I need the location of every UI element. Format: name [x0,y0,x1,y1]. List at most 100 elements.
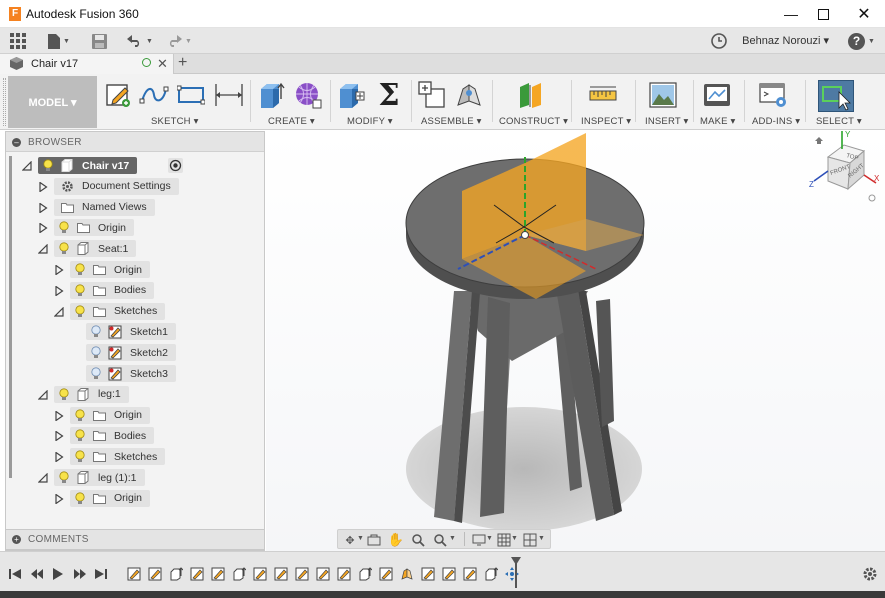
browser-node-pill[interactable]: leg (1):1 [54,469,145,486]
visibility-bulb-icon[interactable] [74,408,86,422]
browser-node[interactable]: Chair v17 [6,155,264,176]
timeline-sketch-feature-icon[interactable] [336,566,352,582]
timeline-sketch-feature-icon[interactable] [210,566,226,582]
addins-menu[interactable]: ADD-INS ▾ [752,116,800,127]
orbit-caret-icon[interactable]: ▼ [357,535,364,542]
browser-node-pill[interactable]: Sketches [70,302,166,320]
visibility-bulb-icon[interactable] [58,221,70,235]
select-menu[interactable]: SELECT ▾ [816,116,862,127]
tab-chair-v17[interactable]: Chair v17 ✕ [0,54,174,74]
browser-node[interactable]: Sketch3 [6,363,264,384]
timeline-move-feature-icon[interactable] [504,566,520,582]
help-icon[interactable]: ? ▼ [848,32,875,50]
browser-node[interactable]: Sketch2 [6,342,264,363]
timeline-sketch-feature-icon[interactable] [189,566,205,582]
visibility-bulb-icon[interactable] [90,346,102,360]
browser-node-pill[interactable]: Sketch1 [86,323,176,341]
measure-icon[interactable] [588,80,618,110]
browser-node-pill[interactable]: leg:1 [54,385,129,403]
pan-hand-icon[interactable]: ✋ [388,532,404,548]
timeline-extrude-feature-icon[interactable] [168,566,184,582]
visibility-bulb-icon[interactable] [74,304,86,318]
parameters-sigma-icon[interactable]: Σ [374,78,404,113]
browser-node[interactable]: Sketch1 [6,321,264,342]
inspect-menu[interactable]: INSPECT ▾ [581,116,631,127]
browser-node-pill[interactable]: Origin [70,489,151,507]
viewports-caret-icon[interactable]: ▼ [538,535,545,542]
timeline-settings-gear-icon[interactable] [862,566,878,585]
step-forward-icon[interactable] [71,565,89,583]
visibility-bulb-icon[interactable] [74,450,86,464]
visibility-bulb-icon[interactable] [74,263,86,277]
step-back-icon[interactable] [28,565,46,583]
browser-node[interactable]: Origin [6,217,264,238]
go-to-end-icon[interactable] [92,565,110,583]
expand-triangle-icon[interactable] [54,409,64,422]
select-tool-button[interactable] [818,80,854,112]
expand-triangle-icon[interactable] [54,285,64,297]
grid-settings-icon[interactable] [496,532,512,548]
scripts-addins-icon[interactable] [758,80,788,110]
activate-component-radio-icon[interactable] [168,158,183,173]
data-panel-grid-icon[interactable] [10,32,27,50]
browser-node[interactable]: Sketches [6,301,264,322]
timeline-sketch-feature-icon[interactable] [420,566,436,582]
timeline-sketch-feature-icon[interactable] [147,566,163,582]
browser-node[interactable]: Origin [6,405,264,426]
viewcube[interactable]: TOP FRONT RIGHT Y Z X [806,130,885,206]
expand-triangle-icon[interactable] [54,451,64,463]
expand-triangle-icon[interactable] [38,222,48,235]
new-tab-icon[interactable]: + [178,54,187,72]
timeline-sketch-feature-icon[interactable] [273,566,289,582]
user-account-menu[interactable]: Behnaz Norouzi ▾ [742,34,829,47]
browser-node[interactable]: Sketches [6,446,264,467]
collapse-triangle-icon[interactable] [37,472,48,483]
collapse-triangle-icon[interactable] [53,306,64,317]
canvas-viewport[interactable]: TOP FRONT RIGHT Y Z X [266,130,885,551]
make-menu[interactable]: MAKE ▾ [700,116,736,127]
undo-icon[interactable]: ▼ [127,32,153,50]
save-icon[interactable] [92,32,107,50]
collapse-triangle-icon[interactable] [37,389,48,400]
insert-menu[interactable]: INSERT ▾ [645,116,689,127]
extrude-icon[interactable] [256,80,286,110]
offset-plane-icon[interactable] [516,80,546,110]
timeline-sketch-feature-icon[interactable] [294,566,310,582]
close-window-button[interactable]: ✕ [843,0,885,28]
look-at-icon[interactable] [366,532,382,548]
joint-icon[interactable] [454,80,484,110]
browser-node[interactable]: Bodies [6,425,264,446]
visibility-bulb-icon[interactable] [90,367,102,381]
viewports-icon[interactable] [522,532,538,548]
visibility-bulb-icon[interactable] [74,491,86,505]
browser-node[interactable]: Named Views [6,197,264,218]
browser-node-pill[interactable]: Origin [70,261,151,278]
timeline-sketch-feature-icon[interactable] [441,566,457,582]
insert-canvas-icon[interactable] [648,80,678,110]
timeline-sketch-feature-icon[interactable] [252,566,268,582]
visibility-bulb-icon[interactable] [58,387,70,401]
browser-node-pill[interactable]: Seat:1 [54,240,137,258]
collapse-triangle-icon[interactable] [37,243,48,254]
form-sculpt-icon[interactable] [293,80,323,110]
expand-triangle-icon[interactable] [54,264,64,276]
maximize-button[interactable] [802,0,844,28]
browser-node[interactable]: Document Settings [6,176,264,197]
new-component-icon[interactable] [417,80,447,110]
expand-triangle-icon[interactable] [54,430,64,443]
visibility-bulb-icon[interactable] [58,471,70,485]
timeline-sketch-feature-icon[interactable] [378,566,394,582]
browser-node[interactable]: Origin [6,259,264,280]
zoom-caret-icon[interactable]: ▼ [449,535,456,542]
3d-print-icon[interactable] [702,80,732,110]
orbit-icon[interactable]: ✥ [342,532,358,548]
play-icon[interactable] [49,565,67,583]
model-canvas[interactable] [266,131,885,551]
browser-node[interactable]: Origin [6,488,264,509]
file-menu-icon[interactable]: ▼ [48,32,70,50]
browser-node-pill[interactable]: Sketch3 [86,365,176,382]
timeline-extrude-feature-icon[interactable] [483,566,499,582]
grid-caret-icon[interactable]: ▼ [511,535,518,542]
close-tab-icon[interactable]: ✕ [157,56,168,72]
assemble-menu[interactable]: ASSEMBLE ▾ [421,116,482,127]
